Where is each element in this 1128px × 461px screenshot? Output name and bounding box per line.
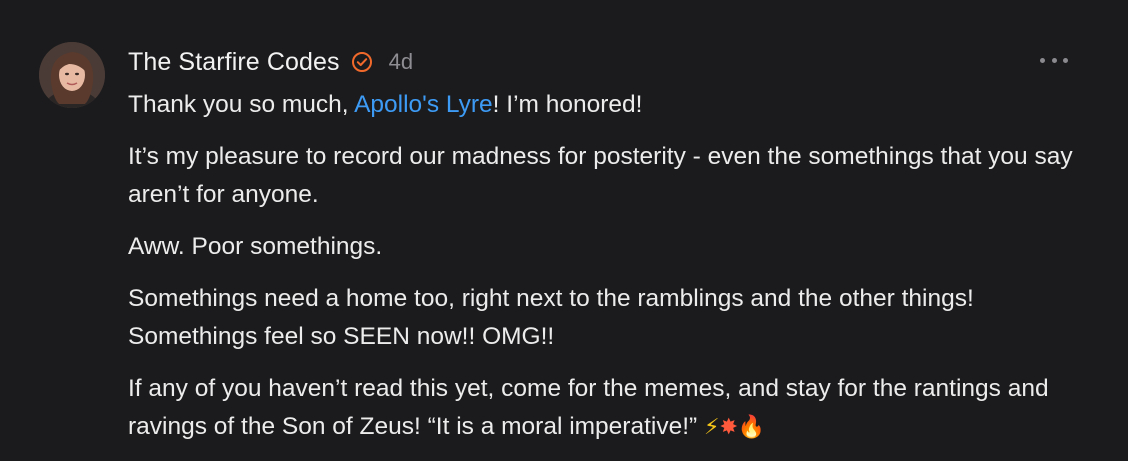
- avatar-image: [39, 42, 105, 108]
- dot: [1063, 57, 1068, 63]
- avatar[interactable]: [39, 42, 105, 108]
- paragraph-2: It’s my pleasure to record our madness f…: [128, 143, 1073, 208]
- lightning-emoji-icon: ⚡: [703, 415, 720, 440]
- paragraph-1-outro: ! I’m honored!: [492, 91, 643, 118]
- paragraph-1-intro: Thank you so much,: [128, 91, 355, 118]
- paragraph-5-text: If any of you haven’t read this yet, com…: [128, 375, 1049, 440]
- paragraph-5: If any of you haven’t read this yet, com…: [128, 370, 1088, 447]
- collision-emoji-icon: ✸: [719, 415, 738, 440]
- timestamp[interactable]: 4d: [389, 49, 413, 75]
- dot: [1040, 57, 1045, 63]
- comment: The Starfire Codes 4d Thank you so much,…: [0, 0, 1128, 454]
- paragraph-4: Somethings need a home too, right next t…: [128, 285, 974, 350]
- comment-header: The Starfire Codes 4d: [128, 44, 413, 80]
- fire-emoji-icon: 🔥: [737, 415, 766, 440]
- paragraph-1: Thank you so much, Apollo's Lyre! I’m ho…: [128, 86, 1088, 124]
- more-options-icon[interactable]: [1040, 52, 1068, 68]
- dot: [1051, 57, 1057, 63]
- mention-link[interactable]: Apollo's Lyre: [354, 91, 493, 118]
- paragraph-3: Aww. Poor somethings.: [128, 233, 383, 260]
- comment-body: Thank you so much, Apollo's Lyre! I’m ho…: [128, 86, 1088, 461]
- verified-check-icon: [351, 51, 373, 73]
- author-name[interactable]: The Starfire Codes: [128, 48, 340, 77]
